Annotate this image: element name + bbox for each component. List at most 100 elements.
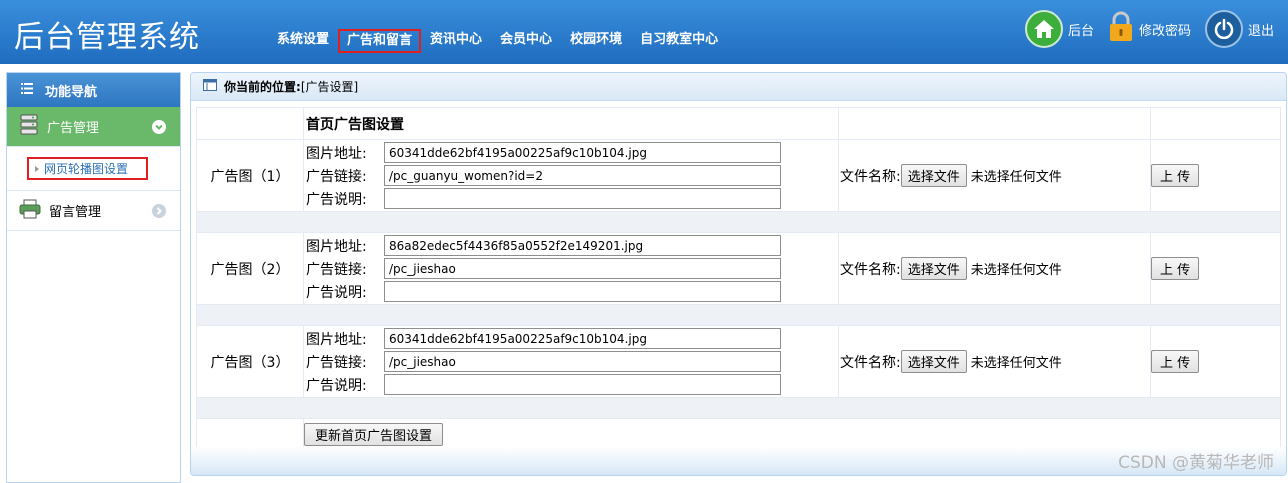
section-title: 首页广告图设置 bbox=[303, 107, 839, 140]
breadcrumb-location: [广告设置] bbox=[300, 80, 359, 94]
sidebar-title: 功能导航 bbox=[45, 84, 98, 100]
breadcrumb-label: 你当前的位置: bbox=[224, 80, 301, 94]
ad-fields: 图片地址: 广告链接: 广告说明: bbox=[303, 232, 839, 305]
ad-desc-label: 广告说明: bbox=[306, 377, 367, 394]
no-file-text: 未选择任何文件 bbox=[970, 263, 1062, 278]
lock-icon bbox=[1108, 11, 1134, 47]
ad-link-input[interactable] bbox=[384, 165, 781, 186]
table-cell bbox=[196, 397, 1281, 419]
sidebar-group-label: 留言管理 bbox=[49, 205, 102, 220]
separator-row bbox=[196, 211, 1281, 233]
sidebar-subitems: 网页轮播图设置 bbox=[7, 147, 180, 191]
ad-desc-input[interactable] bbox=[384, 374, 781, 395]
update-ads-button[interactable]: 更新首页广告图设置 bbox=[304, 423, 444, 446]
sidebar-header: 功能导航 bbox=[7, 73, 180, 107]
table-cell bbox=[196, 418, 304, 451]
ad-row: 广告图（1） 图片地址: 广告链接: 广告说明: 文件名称:选择文件未选择任何文… bbox=[196, 139, 1281, 212]
ad-link-label: 广告链接: bbox=[306, 168, 367, 185]
file-cell: 文件名称: 选择文件 未选择任何文件 bbox=[838, 139, 1151, 212]
nav-campus-environment[interactable]: 校园环境 bbox=[561, 29, 631, 53]
upload-cell: 上 传 bbox=[1150, 139, 1281, 212]
nav-member-center[interactable]: 会员中心 bbox=[491, 29, 561, 53]
ad-settings-table: 首页广告图设置 广告图（1） 图片地址: 广告链接: 广告说明: 文件名称:选择… bbox=[196, 107, 1281, 451]
image-url-input[interactable] bbox=[384, 235, 781, 256]
ad-fields: 图片地址: 广告链接: 广告说明: bbox=[303, 139, 839, 212]
file-cell: 文件名称: 选择文件 未选择任何文件 bbox=[838, 325, 1151, 398]
logout-label: 退出 bbox=[1247, 23, 1274, 39]
sidebar-item-carousel-settings[interactable]: 网页轮播图设置 bbox=[27, 157, 149, 180]
printer-icon bbox=[19, 199, 41, 223]
no-file-text: 未选择任何文件 bbox=[970, 356, 1062, 371]
top-header: 后台管理系统 系统设置 广告和留言 资讯中心 会员中心 校园环境 自习教室中心 … bbox=[0, 0, 1288, 64]
chevron-right-icon bbox=[152, 204, 166, 218]
ad-label: 广告图（2） bbox=[196, 232, 304, 305]
ad-link-input[interactable] bbox=[384, 258, 781, 279]
table-cell bbox=[838, 107, 1151, 140]
image-url-label: 图片地址: bbox=[306, 238, 367, 255]
image-url-label: 图片地址: bbox=[306, 145, 367, 162]
window-icon bbox=[203, 79, 217, 94]
ad-desc-label: 广告说明: bbox=[306, 284, 367, 301]
image-url-label: 图片地址: bbox=[306, 331, 367, 348]
watermark: CSDN @黄菊华老师 bbox=[1118, 453, 1274, 473]
upload-button[interactable]: 上 传 bbox=[1151, 257, 1200, 280]
breadcrumb: 你当前的位置: [广告设置] bbox=[191, 73, 1286, 101]
main-panel: 你当前的位置: [广告设置] 首页广告图设置 广告图（1） 图片地址: 广告链接… bbox=[190, 72, 1287, 476]
nav-system-settings[interactable]: 系统设置 bbox=[268, 29, 338, 53]
logout-button[interactable]: 退出 bbox=[1204, 10, 1274, 48]
home-label: 后台 bbox=[1067, 23, 1094, 39]
power-icon bbox=[1204, 10, 1243, 48]
table-cell bbox=[196, 304, 1281, 326]
ad-link-input[interactable] bbox=[384, 351, 781, 372]
choose-file-button[interactable]: 选择文件 bbox=[900, 164, 967, 187]
ad-link-label: 广告链接: bbox=[306, 354, 367, 371]
image-url-input[interactable] bbox=[384, 328, 781, 349]
upload-button[interactable]: 上 传 bbox=[1151, 164, 1200, 187]
change-password-button[interactable]: 修改密码 bbox=[1108, 11, 1191, 47]
table-header-row: 首页广告图设置 bbox=[196, 107, 1281, 140]
ad-label: 广告图（1） bbox=[196, 139, 304, 212]
nav-ads-and-messages[interactable]: 广告和留言 bbox=[338, 29, 422, 53]
image-url-input[interactable] bbox=[384, 142, 781, 163]
ad-row: 广告图（3） 图片地址: 广告链接: 广告说明: 文件名称:选择文件未选择任何文… bbox=[196, 325, 1281, 398]
header-actions: 后台 修改密码 退出 bbox=[1011, 10, 1274, 48]
top-nav: 系统设置 广告和留言 资讯中心 会员中心 校园环境 自习教室中心 bbox=[268, 29, 727, 53]
ad-label: 广告图（3） bbox=[196, 325, 304, 398]
table-cell bbox=[196, 211, 1281, 233]
no-file-text: 未选择任何文件 bbox=[970, 170, 1062, 185]
separator-row bbox=[196, 397, 1281, 419]
server-icon bbox=[19, 114, 39, 140]
ad-desc-label: 广告说明: bbox=[306, 191, 367, 208]
choose-file-button[interactable]: 选择文件 bbox=[900, 350, 967, 373]
ad-fields: 图片地址: 广告链接: 广告说明: bbox=[303, 325, 839, 398]
nav-study-room-center[interactable]: 自习教室中心 bbox=[631, 29, 727, 53]
sidebar-group-ad-management[interactable]: 广告管理 bbox=[7, 107, 180, 147]
table-cell bbox=[1150, 107, 1281, 140]
change-password-label: 修改密码 bbox=[1138, 23, 1191, 39]
file-name-label: 文件名称: bbox=[840, 354, 901, 371]
ad-desc-input[interactable] bbox=[384, 188, 781, 209]
app-title: 后台管理系统 bbox=[14, 20, 200, 55]
ad-row: 广告图（2） 图片地址: 广告链接: 广告说明: 文件名称:选择文件未选择任何文… bbox=[196, 232, 1281, 305]
file-cell: 文件名称: 选择文件 未选择任何文件 bbox=[838, 232, 1151, 305]
upload-button[interactable]: 上 传 bbox=[1151, 350, 1200, 373]
submit-row: 更新首页广告图设置 bbox=[196, 418, 1281, 451]
ad-desc-input[interactable] bbox=[384, 281, 781, 302]
choose-file-button[interactable]: 选择文件 bbox=[900, 257, 967, 280]
file-name-label: 文件名称: bbox=[840, 261, 901, 278]
caret-right-icon bbox=[35, 165, 39, 172]
sidebar-group-label: 广告管理 bbox=[47, 121, 100, 136]
separator-row bbox=[196, 304, 1281, 326]
upload-cell: 上 传 bbox=[1150, 232, 1281, 305]
nav-news-center[interactable]: 资讯中心 bbox=[421, 29, 491, 53]
ad-link-label: 广告链接: bbox=[306, 261, 367, 278]
home-icon bbox=[1024, 10, 1063, 48]
sidebar-group-message-management[interactable]: 留言管理 bbox=[7, 191, 180, 231]
chevron-down-icon bbox=[152, 120, 166, 134]
file-name-label: 文件名称: bbox=[840, 168, 901, 185]
table-cell bbox=[196, 107, 304, 140]
list-icon bbox=[21, 82, 33, 98]
home-button[interactable]: 后台 bbox=[1024, 10, 1094, 48]
sidebar-item-label: 网页轮播图设置 bbox=[44, 162, 129, 176]
upload-cell: 上 传 bbox=[1150, 325, 1281, 398]
